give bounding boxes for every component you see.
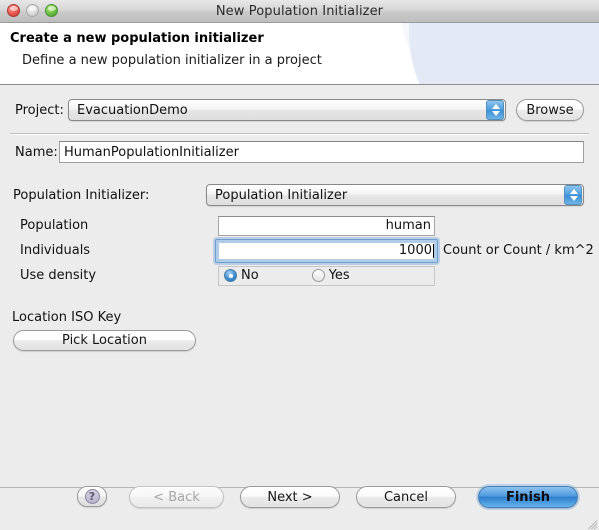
project-combobox[interactable]: EvacuationDemo: [68, 99, 506, 121]
individuals-input[interactable]: 1000: [215, 238, 438, 263]
name-input[interactable]: HumanPopulationInitializer: [59, 141, 584, 163]
property-row-use-density: Use density No Yes: [0, 265, 599, 286]
use-density-radio-no-label: No: [241, 268, 259, 283]
browse-button[interactable]: Browse: [516, 99, 584, 121]
name-row: Name: HumanPopulationInitializer: [0, 140, 599, 164]
help-button[interactable]: ?: [77, 486, 107, 507]
dialog-body: Project: EvacuationDemo Browse Name: Hum…: [0, 85, 599, 489]
population-initializer-combobox[interactable]: Population Initializer: [206, 184, 584, 206]
use-density-radio-no[interactable]: No: [224, 268, 259, 283]
chevron-updown-icon[interactable]: [564, 185, 582, 205]
name-input-value: HumanPopulationInitializer: [64, 144, 239, 160]
use-density-radio-yes[interactable]: Yes: [311, 268, 350, 283]
finish-button[interactable]: Finish: [478, 486, 578, 508]
help-icon: ?: [84, 489, 100, 504]
individuals-unit-hint: Count or Count / km^2: [443, 243, 594, 258]
cancel-button[interactable]: Cancel: [356, 486, 456, 508]
header-decoration-inner: [409, 23, 599, 84]
dialog-window: New Population Initializer Create a new …: [0, 0, 599, 530]
use-density-label: Use density: [20, 268, 97, 283]
section-divider: [10, 133, 589, 135]
individuals-input-value: 1000: [398, 243, 432, 258]
use-density-radio-yes-label: Yes: [328, 268, 350, 283]
page-title: Create a new population initializer: [10, 31, 264, 46]
population-initializer-value: Population Initializer: [215, 187, 348, 203]
title-bar: New Population Initializer: [0, 0, 599, 23]
project-label: Project:: [15, 102, 64, 118]
back-button[interactable]: < Back: [129, 486, 224, 508]
population-initializer-label: Population Initializer:: [13, 187, 150, 203]
population-label: Population: [20, 218, 89, 233]
radio-unselected-icon: [311, 269, 325, 282]
chevron-updown-icon[interactable]: [486, 100, 504, 120]
text-caret: [433, 243, 434, 258]
population-input[interactable]: human: [218, 215, 435, 236]
name-label: Name:: [15, 144, 58, 160]
pick-location-button[interactable]: Pick Location: [13, 330, 196, 351]
page-subtitle: Define a new population initializer in a…: [22, 53, 322, 68]
next-button[interactable]: Next >: [240, 486, 340, 508]
window-controls: [7, 4, 58, 17]
project-row: Project: EvacuationDemo Browse: [0, 97, 599, 123]
zoom-button[interactable]: [45, 4, 58, 17]
minimize-button[interactable]: [26, 4, 39, 17]
use-density-radio-group: No Yes: [218, 265, 435, 286]
property-table: Population human Individuals 1000 Count …: [0, 215, 599, 290]
window-title: New Population Initializer: [215, 3, 384, 19]
radio-selected-icon: [224, 269, 237, 282]
wizard-header: Create a new population initializer Defi…: [0, 23, 599, 85]
individuals-label: Individuals: [20, 243, 91, 258]
location-iso-key-label: Location ISO Key: [12, 310, 122, 325]
population-input-value: human: [385, 218, 431, 233]
property-row-individuals: Individuals 1000 Count or Count / km^2: [0, 238, 599, 263]
resize-grip[interactable]: [584, 515, 598, 530]
project-combobox-value: EvacuationDemo: [77, 102, 188, 118]
close-button[interactable]: [7, 4, 20, 17]
population-initializer-row: Population Initializer: Population Initi…: [0, 183, 599, 207]
property-row-population: Population human: [0, 215, 599, 236]
